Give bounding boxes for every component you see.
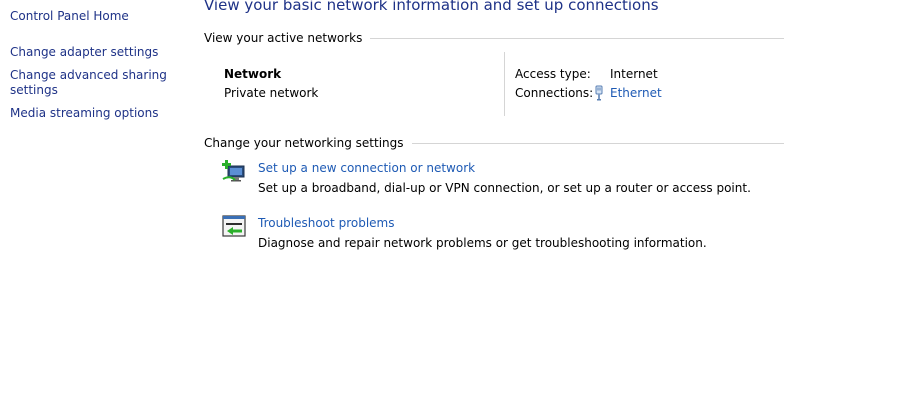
ethernet-connection-link[interactable]: Ethernet — [610, 86, 662, 100]
networking-settings-header-label: Change your networking settings — [204, 136, 404, 150]
active-networks-header-label: View your active networks — [204, 31, 363, 45]
network-sharing-center: Control Panel Home Change adapter settin… — [0, 0, 919, 414]
troubleshoot-icon — [222, 215, 246, 237]
troubleshoot-problems-description: Diagnose and repair network problems or … — [258, 236, 707, 250]
networking-settings-header: Change your networking settings — [204, 136, 784, 150]
setup-new-connection-link[interactable]: Set up a new connection or network — [258, 161, 475, 175]
setup-new-connection-description: Set up a broadband, dial-up or VPN conne… — [258, 181, 751, 195]
sidebar-item-media-streaming-options[interactable]: Media streaming options — [10, 106, 158, 121]
sidebar-item-advanced-sharing-settings[interactable]: Change advanced sharing settings — [10, 68, 170, 98]
access-type-value: Internet — [610, 67, 658, 81]
ethernet-icon[interactable] — [593, 85, 605, 101]
sidebar-item-change-adapter-settings[interactable]: Change adapter settings — [10, 45, 158, 60]
active-networks-header: View your active networks — [204, 31, 784, 45]
page-title: View your basic network information and … — [204, 0, 659, 14]
sidebar-item-control-panel-home[interactable]: Control Panel Home — [10, 9, 129, 24]
section-divider — [411, 142, 784, 144]
vertical-divider — [504, 52, 505, 116]
new-connection-icon — [222, 160, 245, 182]
network-name: Network — [224, 67, 282, 81]
connections-label: Connections: — [515, 86, 594, 100]
access-type-label: Access type: — [515, 67, 591, 81]
section-divider — [370, 37, 784, 39]
network-category: Private network — [224, 86, 319, 100]
troubleshoot-problems-link[interactable]: Troubleshoot problems — [258, 216, 394, 230]
